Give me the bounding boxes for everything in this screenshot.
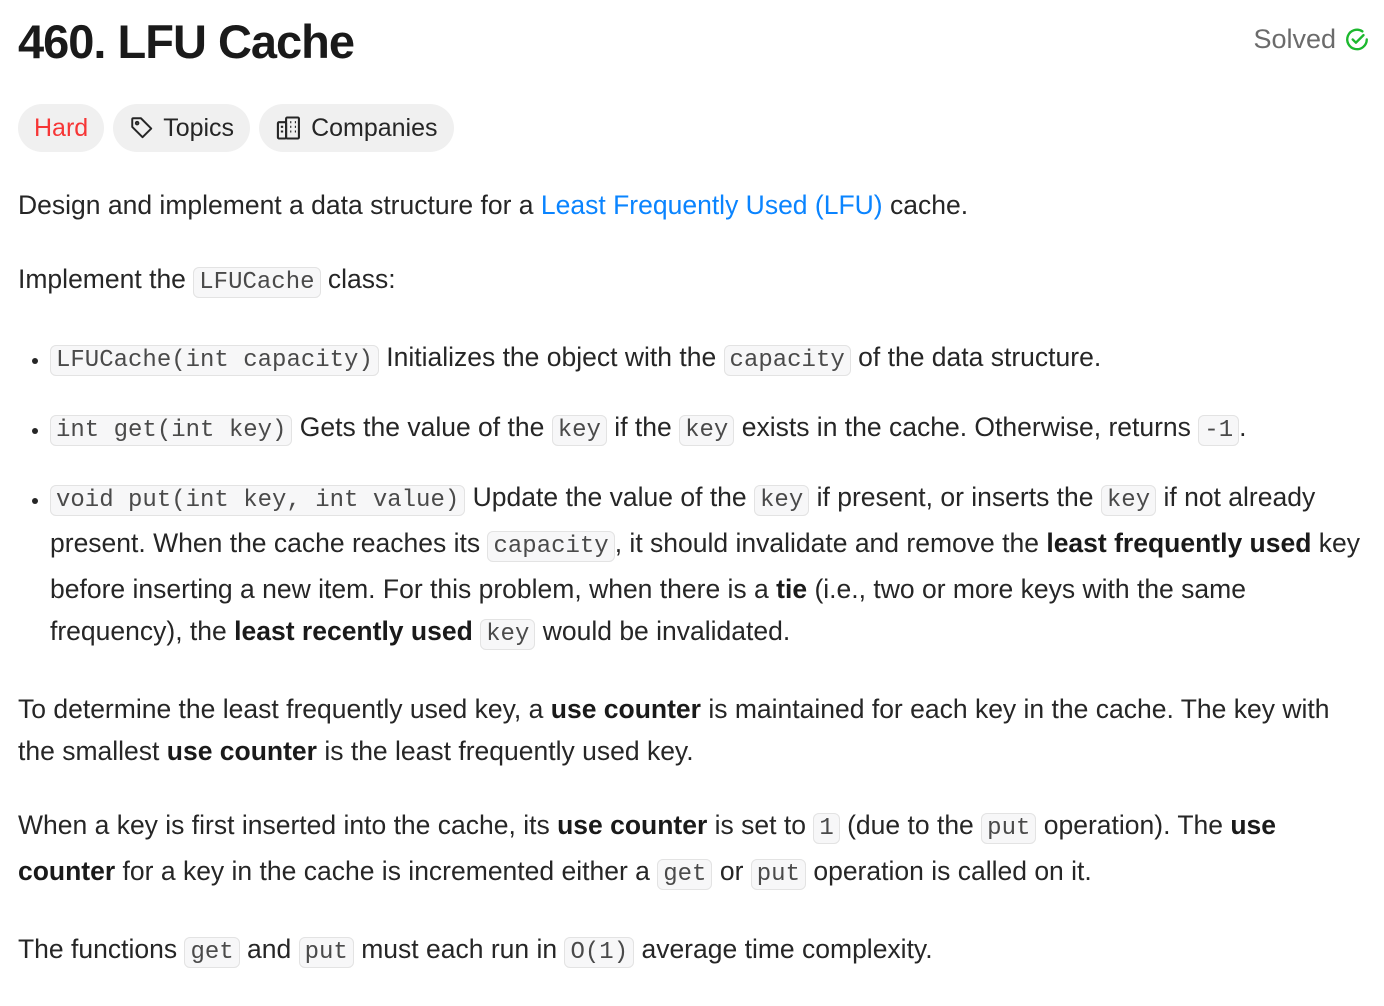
text: and (239, 934, 299, 964)
description-paragraph: The functions get and put must each run … (18, 928, 1368, 974)
bold-text: least recently used (234, 616, 473, 646)
page-title: 460. LFU Cache (18, 15, 355, 68)
inline-code: key (551, 415, 607, 446)
text: average time complexity. (634, 934, 933, 964)
text: , it should invalidate and remove the (614, 528, 1047, 558)
text: or (712, 856, 751, 886)
text: Implement the (18, 264, 194, 294)
topics-button[interactable]: Topics (113, 104, 251, 152)
text: Update the value of the (465, 482, 755, 512)
text: exists in the cache. Otherwise, returns (734, 412, 1199, 442)
bold-text: use counter (550, 694, 701, 724)
lfu-link[interactable]: Least Frequently Used (LFU) (541, 190, 883, 220)
inline-code: 1 (813, 813, 840, 844)
list-item: int get(int key) Gets the value of the k… (50, 406, 1368, 452)
tag-icon (131, 117, 153, 139)
text: if the (606, 412, 680, 442)
method-list: LFUCache(int capacity) Initializes the o… (18, 336, 1368, 656)
description-paragraph: Design and implement a data structure fo… (18, 184, 1368, 226)
text: Initializes the object with the (378, 342, 724, 372)
bold-text: use counter (557, 810, 708, 840)
inline-code: capacity (487, 531, 615, 562)
text: The functions (18, 934, 185, 964)
inline-code: get (657, 859, 713, 890)
inline-code: put (981, 813, 1037, 844)
inline-code: LFUCache (193, 267, 321, 298)
difficulty-label: Hard (34, 113, 89, 142)
text: would be invalidated. (535, 616, 791, 646)
text: of the data structure. (850, 342, 1102, 372)
text: Design and implement a data structure fo… (18, 190, 541, 220)
inline-code: -1 (1198, 415, 1240, 446)
building-icon (276, 116, 301, 140)
text: for a key in the cache is incremented ei… (115, 856, 658, 886)
text: Gets the value of the (292, 412, 552, 442)
bold-text: least frequently used (1046, 528, 1312, 558)
list-item: void put(int key, int value) Update the … (50, 476, 1368, 656)
text: is set to (707, 810, 814, 840)
inline-code: LFUCache(int capacity) (50, 345, 379, 376)
inline-code: put (750, 859, 806, 890)
text: is the least frequently used key. (316, 736, 694, 766)
companies-label: Companies (311, 113, 438, 142)
inline-code: void put(int key, int value) (50, 485, 466, 516)
description-paragraph: When a key is first inserted into the ca… (18, 804, 1368, 896)
topics-label: Topics (163, 113, 235, 142)
bold-text: use counter (166, 736, 317, 766)
inline-code: capacity (723, 345, 851, 376)
solved-label: Solved (1253, 24, 1336, 54)
text: if present, or inserts the (809, 482, 1101, 512)
text: To determine the least frequently used k… (18, 694, 551, 724)
inline-code: put (298, 937, 354, 968)
inline-code: key (754, 485, 810, 516)
bold-text: tie (776, 574, 808, 604)
inline-code: key (679, 415, 735, 446)
inline-code: int get(int key) (50, 415, 293, 446)
inline-code: O(1) (564, 937, 635, 968)
list-item: LFUCache(int capacity) Initializes the o… (50, 336, 1368, 382)
problem-description: Design and implement a data structure fo… (18, 184, 1368, 1006)
text: operation). The (1036, 810, 1231, 840)
text: When a key is first inserted into the ca… (18, 810, 558, 840)
text: operation is called on it. (805, 856, 1092, 886)
text: (due to the (839, 810, 982, 840)
problem-header: 460. LFU Cache Solved (18, 10, 1370, 74)
inline-code: get (184, 937, 240, 968)
inline-code: key (480, 619, 536, 650)
inline-code: key (1100, 485, 1157, 516)
tag-row: Hard Topics Companies (18, 104, 454, 152)
description-paragraph: Implement the LFUCache class: (18, 258, 1368, 304)
text: . (1239, 412, 1247, 442)
text: class: (320, 264, 396, 294)
solved-status: Solved (1253, 24, 1370, 55)
text: must each run in (353, 934, 565, 964)
check-circle-icon (1346, 28, 1368, 50)
difficulty-badge[interactable]: Hard (18, 104, 105, 152)
description-paragraph: To determine the least frequently used k… (18, 688, 1368, 772)
companies-button[interactable]: Companies (259, 104, 454, 152)
text: cache. (882, 190, 969, 220)
